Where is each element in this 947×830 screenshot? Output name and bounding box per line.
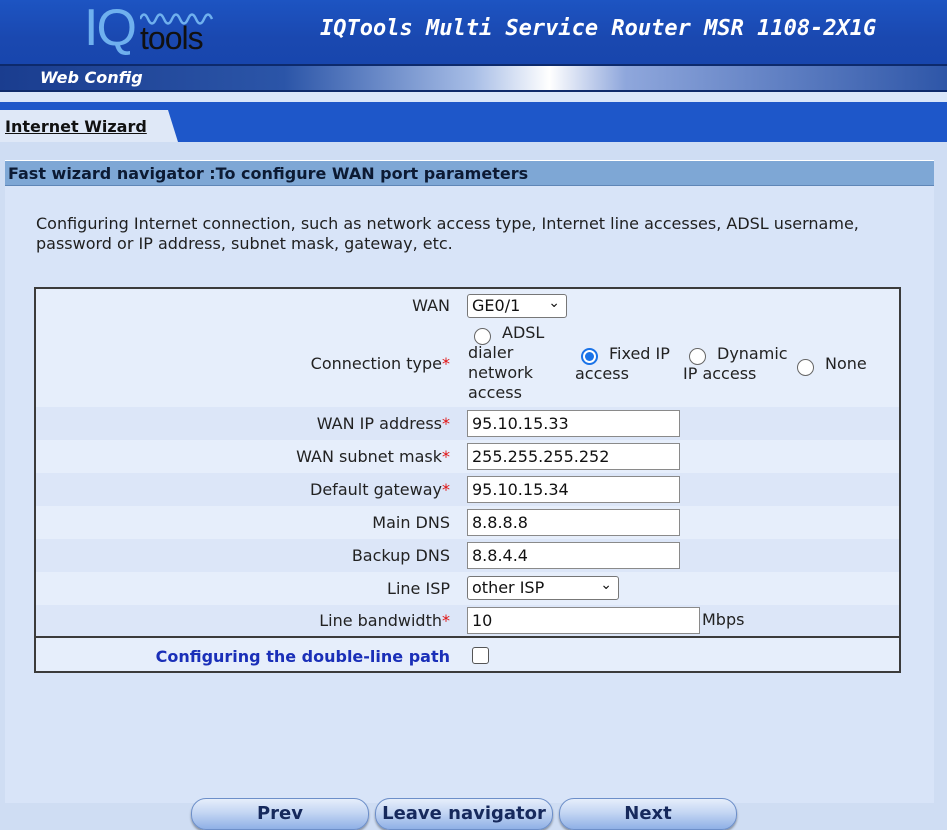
required-mark: *: [442, 354, 450, 373]
backup-dns-label: Backup DNS: [351, 546, 450, 565]
option-dynamic-ip-label: Dynamic IP access: [683, 344, 788, 383]
header-divider: [0, 92, 947, 102]
form-divider: [36, 636, 899, 638]
wan-select-value: GE0/1: [472, 296, 521, 315]
wizard-panel: Fast wizard navigator :To configure WAN …: [0, 142, 947, 830]
bandwidth-unit: Mbps: [702, 610, 745, 629]
product-title: IQTools Multi Service Router MSR 1108-2X…: [320, 16, 877, 41]
section-header: Fast wizard navigator :To configure WAN …: [5, 160, 934, 186]
backup-dns-row: Backup DNS: [36, 539, 899, 572]
main-dns-input[interactable]: [467, 509, 680, 536]
wizard-content: Configuring Internet connection, such as…: [5, 186, 934, 830]
wan-ip-label: WAN IP address*: [316, 414, 450, 433]
bandwidth-input[interactable]: [467, 607, 700, 634]
wan-label: WAN: [412, 296, 450, 315]
logo-iq-text: IQ: [84, 0, 137, 57]
bandwidth-label: Line bandwidth*: [319, 611, 450, 630]
chevron-down-icon: ⌄: [548, 295, 560, 311]
wan-select[interactable]: GE0/1 ⌄: [467, 294, 567, 318]
tab-internet-wizard[interactable]: Internet Wizard: [0, 110, 178, 142]
line-isp-label: Line ISP: [387, 579, 450, 598]
radio-none[interactable]: [797, 359, 814, 376]
option-fixed-ip-label: Fixed IP access: [575, 344, 670, 383]
double-line-label: Configuring the double-line path: [155, 647, 450, 666]
web-config-label: Web Config: [40, 68, 143, 87]
wan-ip-input[interactable]: [467, 410, 680, 437]
gateway-input[interactable]: [467, 476, 680, 503]
wan-ip-row: WAN IP address*: [36, 407, 899, 440]
chevron-down-icon: ⌄: [600, 577, 612, 593]
web-config-bar: Web Config: [0, 64, 947, 92]
gateway-label: Default gateway*: [310, 480, 450, 499]
logo-tools-text: tools: [140, 20, 204, 56]
tab-internet-wizard-label: Internet Wizard: [5, 117, 147, 136]
connection-type-row: Connection type* ADSL dialer network acc…: [36, 321, 899, 407]
wan-row: WAN GE0/1 ⌄: [36, 289, 899, 321]
double-line-checkbox[interactable]: [472, 647, 489, 664]
gateway-row: Default gateway*: [36, 473, 899, 506]
line-isp-row: Line ISP other ISP ⌄: [36, 572, 899, 605]
iqtools-logo: IQ tools: [84, 0, 234, 60]
backup-dns-input[interactable]: [467, 542, 680, 569]
line-isp-select[interactable]: other ISP ⌄: [467, 576, 619, 600]
wan-mask-input[interactable]: [467, 443, 680, 470]
wan-mask-row: WAN subnet mask*: [36, 440, 899, 473]
option-none-label: None: [825, 354, 867, 373]
main-dns-row: Main DNS: [36, 506, 899, 539]
section-title: Fast wizard navigator :To configure WAN …: [8, 164, 529, 183]
wan-mask-label: WAN subnet mask*: [296, 447, 450, 466]
connection-type-label: Connection type*: [310, 354, 450, 373]
bandwidth-row: Line bandwidth* Mbps: [36, 605, 899, 636]
tab-bar: Internet Wizard: [0, 102, 947, 142]
line-isp-select-value: other ISP: [472, 578, 545, 597]
main-dns-label: Main DNS: [372, 513, 450, 532]
section-description: Configuring Internet connection, such as…: [36, 214, 859, 253]
wan-form-table: WAN GE0/1 ⌄ Connection type* ADSL dialer…: [34, 287, 901, 673]
option-adsl-label: ADSL dialer network access: [468, 323, 545, 402]
app-header: IQ tools IQTools Multi Service Router MS…: [0, 0, 947, 64]
